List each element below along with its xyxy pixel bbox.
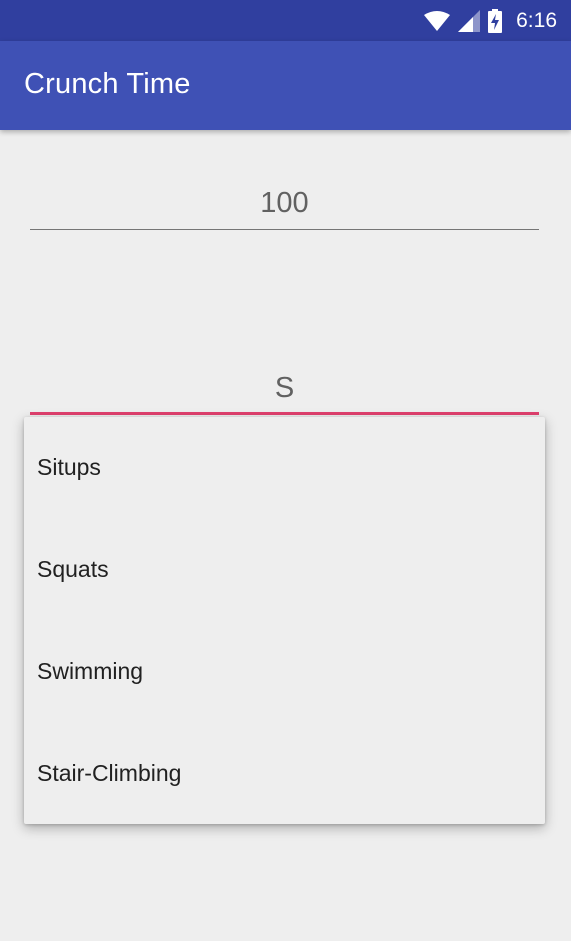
wifi-icon: [424, 10, 451, 31]
suggestion-situps[interactable]: Situps: [24, 417, 545, 519]
status-bar: 6:16: [0, 0, 571, 41]
app-bar: Crunch Time: [0, 41, 571, 130]
app-title: Crunch Time: [24, 68, 191, 100]
cell-signal-icon: [458, 9, 481, 32]
suggestion-squats[interactable]: Squats: [24, 519, 545, 621]
status-icons: 6:16: [424, 0, 557, 41]
autocomplete-dropdown: Situps Squats Swimming Stair-Climbing: [24, 417, 545, 824]
suggestion-stair-climbing[interactable]: Stair-Climbing: [24, 722, 545, 824]
exercise-input[interactable]: S: [30, 372, 539, 415]
status-clock: 6:16: [516, 8, 557, 32]
battery-charging-icon: [488, 8, 503, 33]
count-input[interactable]: 100: [30, 187, 539, 230]
suggestion-swimming[interactable]: Swimming: [24, 621, 545, 723]
